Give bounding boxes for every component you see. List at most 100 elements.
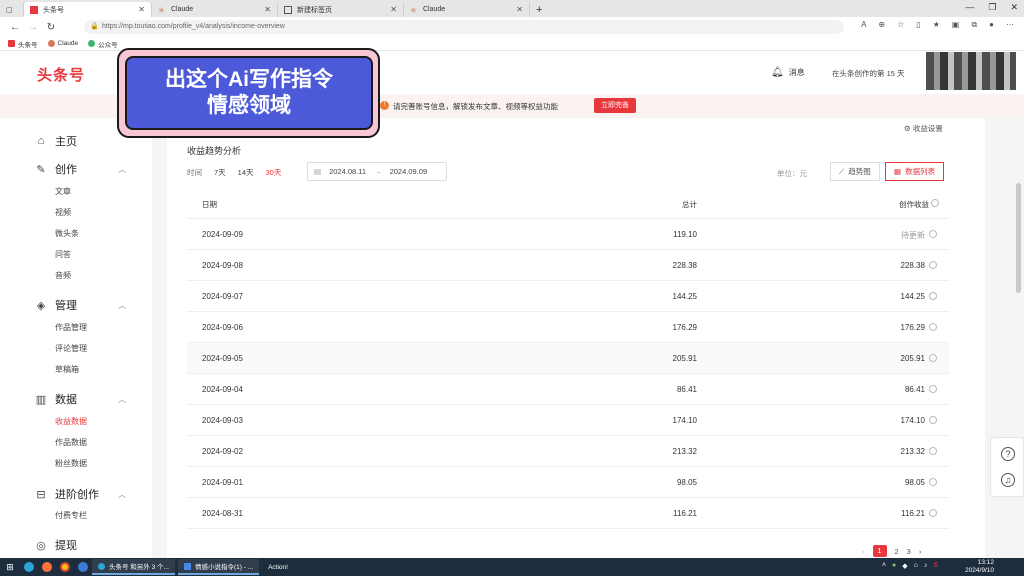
info-icon[interactable] <box>929 447 937 455</box>
sidebar-item-qa[interactable]: 问答 <box>55 249 71 260</box>
info-icon[interactable] <box>929 416 937 424</box>
volume-icon[interactable]: ♪ <box>924 562 928 570</box>
sidebar-item-data[interactable]: ▥ 数据 ︿ <box>35 391 126 407</box>
browser-tab-claude-2[interactable]: ✳ Claude ✕ <box>404 2 530 17</box>
page-scrollbar[interactable] <box>1016 183 1021 293</box>
sidebar-item-works-manage[interactable]: 作品管理 <box>55 322 87 333</box>
more-menu-icon[interactable]: ⋯ <box>1006 20 1014 30</box>
range-7-days[interactable]: 7天 <box>214 167 226 178</box>
range-14-days[interactable]: 14天 <box>238 167 254 178</box>
sidebar-item-video[interactable]: 视频 <box>55 207 71 218</box>
page-3[interactable]: 3 <box>907 547 911 556</box>
sidebar-item-micro-post[interactable]: 微头条 <box>55 228 79 239</box>
help-icon[interactable]: ? <box>1001 447 1015 461</box>
table-view-button[interactable]: ▦ 数据列表 <box>885 162 945 181</box>
trend-view-button[interactable]: ⟋ 趋势图 <box>830 162 880 181</box>
browser-tab-newtab[interactable]: 新建标签页 ✕ <box>278 2 404 17</box>
extensions-icon[interactable]: ⧉ <box>971 20 977 30</box>
split-screen-icon[interactable]: ▯ <box>916 20 920 30</box>
bookmark-gongzhonghao[interactable]: 公众号 <box>88 39 118 49</box>
read-aloud-icon[interactable]: A <box>861 20 866 30</box>
bookmark-claude[interactable]: Claude <box>47 40 78 47</box>
favorites-icon[interactable]: ★ <box>933 20 940 30</box>
sidebar-item-manage[interactable]: ◈ 管理 ︿ <box>35 297 126 313</box>
sidebar-item-article[interactable]: 文章 <box>55 186 71 197</box>
page-2[interactable]: 2 <box>895 547 899 556</box>
chevron-up-icon[interactable]: ˄ <box>882 562 886 570</box>
info-icon[interactable] <box>929 478 937 486</box>
info-icon[interactable] <box>929 230 937 238</box>
complete-info-button[interactable]: 立即完善 <box>594 98 636 113</box>
info-icon[interactable] <box>929 323 937 331</box>
prev-page-icon[interactable]: ‹ <box>862 547 865 556</box>
app-tray-icon[interactable]: ● <box>892 562 896 570</box>
sidebar-item-advanced[interactable]: ⊟ 进阶创作 ︿ <box>35 486 126 502</box>
info-icon[interactable] <box>929 385 937 393</box>
zoom-icon[interactable]: ⊕ <box>878 20 885 30</box>
range-30-days[interactable]: 30天 <box>266 167 282 178</box>
sidebar-item-paid-column[interactable]: 付费专栏 <box>55 510 87 521</box>
clock[interactable]: 13:12 2024/9/10 <box>965 559 994 575</box>
sogou-input-icon[interactable]: S <box>933 562 938 570</box>
reload-icon[interactable]: ↻ <box>42 22 60 33</box>
taskbar-app-document[interactable]: 情感小说指令(1) - ... <box>177 559 260 575</box>
sidebar-item-withdraw[interactable]: ◎ 提现 <box>35 537 77 553</box>
sidebar-item-create[interactable]: ✎ 创作 ︿ <box>35 161 126 177</box>
date-range-picker[interactable]: ▤ 2024.08.11 → 2024.09.09 <box>307 162 447 181</box>
taskbar-app-browser[interactable]: 头条号 和另外 3 个... <box>92 559 175 575</box>
app-icon[interactable] <box>74 561 92 573</box>
close-icon[interactable]: ✕ <box>390 5 397 14</box>
info-icon[interactable] <box>929 292 937 300</box>
profile-avatar-icon[interactable]: ● <box>989 20 994 30</box>
shield-icon[interactable]: ◆ <box>902 562 907 570</box>
bookmark-toutiao[interactable]: 头条号 <box>8 39 38 49</box>
messages-link[interactable]: 🔔︎ 消息 <box>771 67 805 78</box>
network-icon[interactable]: ⌂ <box>914 562 918 570</box>
table-row: 2024-09-06 176.29 176.29 <box>187 312 949 343</box>
close-icon[interactable]: ✕ <box>516 5 523 14</box>
blurred-avatar[interactable] <box>926 52 1016 90</box>
sidebar: ⌂ 主页 ✎ 创作 ︿ 文章 视频 微头条 问答 音频 ◈ 管理 ︿ 作品管理 … <box>0 118 152 558</box>
sidebar-item-comments-manage[interactable]: 评论管理 <box>55 343 87 354</box>
browser-tabstrip: ▢ 头条号 ✕ ✳ Claude ✕ 新建标签页 ✕ ✳ Claude ✕ + … <box>0 0 1024 17</box>
browser-tab-toutiao[interactable]: 头条号 ✕ <box>24 2 152 17</box>
income-settings-link[interactable]: ⚙ 收益设置 <box>904 123 943 134</box>
browser-tab-claude-1[interactable]: ✳ Claude ✕ <box>152 2 278 17</box>
taskbar-app-action[interactable]: Action! <box>262 559 294 575</box>
sidebar-item-income-data[interactable]: 收益数据 <box>55 416 87 427</box>
info-icon[interactable] <box>931 199 939 207</box>
sidebar-item-drafts[interactable]: 草稿箱 <box>55 364 79 375</box>
firefox-icon[interactable] <box>38 561 56 573</box>
maximize-icon[interactable]: ❐ <box>988 2 996 13</box>
back-icon[interactable]: ← <box>6 22 24 33</box>
close-window-icon[interactable]: ✕ <box>1010 2 1018 13</box>
info-icon[interactable] <box>929 509 937 517</box>
next-page-icon[interactable]: › <box>919 547 922 556</box>
promo-caption: 出这个Ai写作指令 情感领域 <box>125 56 373 130</box>
edge-icon[interactable] <box>20 561 38 573</box>
favorite-star-icon[interactable]: ☆ <box>897 20 904 30</box>
toutiao-logo[interactable]: 头条号 <box>37 64 85 85</box>
column-date: 日期 <box>202 200 217 209</box>
windows-start-icon[interactable]: ⊞ <box>0 562 20 573</box>
window-menu-button[interactable]: ▢ <box>0 2 24 17</box>
sidebar-item-fans-data[interactable]: 粉丝数据 <box>55 458 87 469</box>
collections-icon[interactable]: ▣ <box>952 20 960 30</box>
info-icon[interactable] <box>929 261 937 269</box>
page-1[interactable]: 1 <box>872 545 887 557</box>
chrome-icon[interactable] <box>56 561 74 573</box>
sidebar-item-audio[interactable]: 音频 <box>55 270 71 281</box>
forward-icon[interactable]: → <box>24 22 42 33</box>
sidebar-item-home[interactable]: ⌂ 主页 <box>35 133 77 149</box>
minimize-icon[interactable]: — <box>965 2 974 13</box>
info-icon[interactable] <box>929 354 937 362</box>
close-icon[interactable]: ✕ <box>138 5 145 14</box>
sidebar-item-works-data[interactable]: 作品数据 <box>55 437 87 448</box>
edge-small-icon <box>98 562 105 570</box>
new-tab-button[interactable]: + <box>530 2 548 17</box>
close-icon[interactable]: ✕ <box>264 5 271 14</box>
table-row: 2024-08-31 116.21 116.21 <box>187 498 949 529</box>
headset-support-icon[interactable]: ♫ <box>1001 473 1015 487</box>
toutiao-favicon-icon <box>30 5 38 14</box>
url-input[interactable]: 🔒 https://mp.toutiao.com/profile_v4/anal… <box>84 20 844 34</box>
